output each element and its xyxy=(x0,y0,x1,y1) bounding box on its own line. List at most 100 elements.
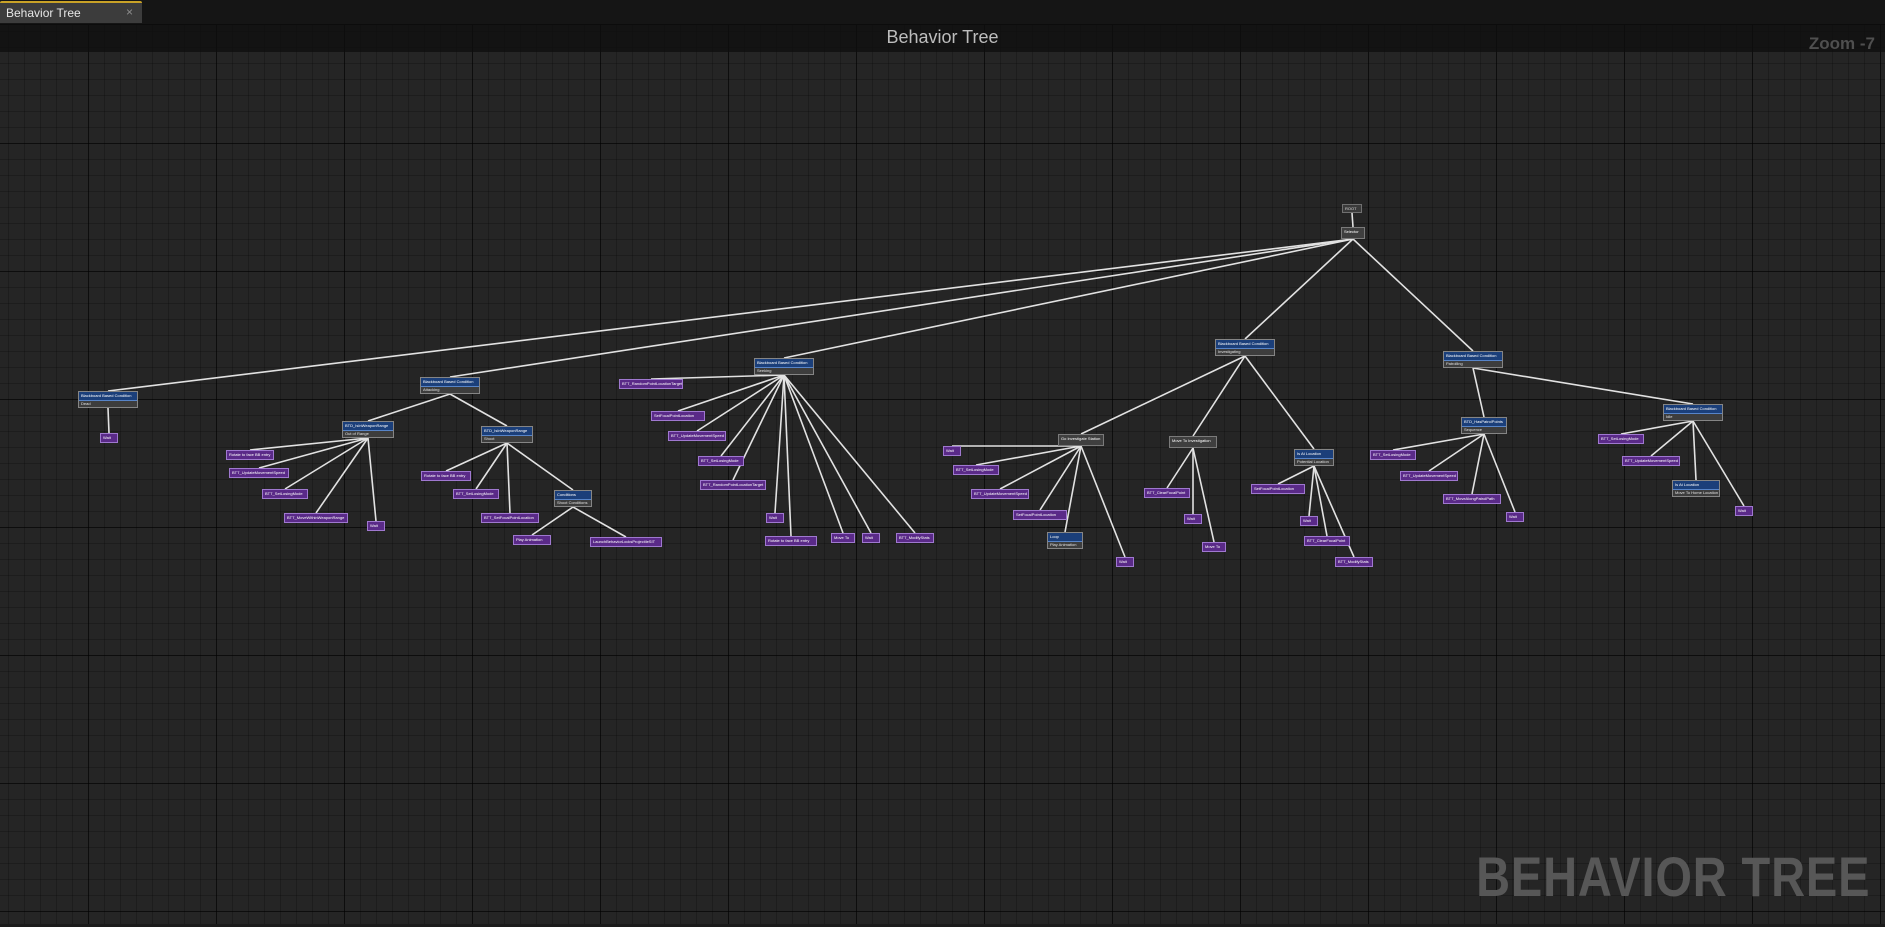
connection-seeking-sk-t6 xyxy=(774,374,785,514)
graph-canvas[interactable]: Behavior Tree Zoom -7 BEHAVIOR TREE ROOT… xyxy=(0,25,1885,924)
bt-node-move-invest[interactable]: Move To Investigation xyxy=(1169,436,1217,448)
node-label: Blackboard Based Condition xyxy=(423,379,474,384)
bt-node-shoot-cond[interactable]: Conditions Shoot Conditions xyxy=(554,490,592,507)
bt-node-or-t5[interactable]: Wait xyxy=(367,521,385,531)
bt-node-il-t2[interactable]: Wait xyxy=(1300,516,1318,526)
bt-node-or-t3[interactable]: BTT_SetLosingMode xyxy=(262,489,308,499)
node-label: Wait xyxy=(1509,514,1517,519)
node-label: Play Animation xyxy=(516,537,543,542)
node-label: BTT_UpdateMovementSpeed xyxy=(1625,458,1678,463)
node-label: Wait xyxy=(1738,508,1746,513)
node-label: Blackboard Based Condition xyxy=(1218,341,1269,346)
node-label: Selector xyxy=(1344,229,1359,234)
bt-node-sk-t5[interactable]: BTT_RandomPointLocationTarget xyxy=(700,480,766,490)
bt-node-ps-t1[interactable]: BTT_SetLosingMode xyxy=(1370,450,1416,460)
connection-go-investigate-gi-t6 xyxy=(1080,445,1126,558)
bt-node-sk-t1[interactable]: BTT_RandomPointLocationTarget xyxy=(619,379,683,389)
bt-node-seeking[interactable]: Blackboard Based Condition Seeking xyxy=(754,358,814,375)
node-sublabel: Seeking xyxy=(757,368,772,373)
tab-behavior-tree[interactable]: Behavior Tree × xyxy=(0,1,142,23)
bt-node-ps-t4[interactable]: Wait xyxy=(1506,512,1524,522)
node-label: BTT_SetLosingMode xyxy=(956,467,994,472)
bt-node-or-t2[interactable]: BTT_UpdateMovementSpeed xyxy=(229,468,289,478)
bt-node-sc-t1[interactable]: Play Animation xyxy=(513,535,551,545)
node-sublabel: Idle xyxy=(1666,414,1673,419)
node-label: BTT_SetLosingMode xyxy=(1373,452,1411,457)
bt-node-attacking[interactable]: Blackboard Based Condition Attacking xyxy=(420,377,480,394)
graph-title: Behavior Tree xyxy=(886,27,999,47)
graph-watermark: BEHAVIOR TREE xyxy=(1475,845,1870,908)
node-sublabel: Shoot xyxy=(484,436,495,441)
bt-node-gi-t3[interactable]: BTT_UpdateMovementSpeed xyxy=(971,489,1029,499)
bt-node-sk-t8[interactable]: Move To xyxy=(831,533,855,543)
bt-node-sk-t4[interactable]: BTT_SetLosingMode xyxy=(698,456,744,466)
node-label: Blackboard Based Condition xyxy=(1666,406,1717,411)
bt-node-dead[interactable]: Blackboard Based Condition Dead xyxy=(78,391,138,408)
bt-node-sc-t2[interactable]: LaunchBehaviorLocksProjectileSIT xyxy=(590,537,662,547)
node-sublabel: Potential Location xyxy=(1297,459,1329,464)
node-label: BTT_ModifyStats xyxy=(899,535,930,540)
bt-node-is-location[interactable]: Is At Location Potential Location xyxy=(1294,449,1334,466)
bt-node-gi-t4[interactable]: SetFocalPointLocation xyxy=(1013,510,1067,520)
bt-node-il-t1[interactable]: SetFocalPointLocation xyxy=(1251,484,1305,494)
bt-node-sh-t2[interactable]: BTT_SetLosingMode xyxy=(453,489,499,499)
connection-move-invest-mi-t3 xyxy=(1192,447,1215,543)
node-label: Rotate to face BB entry xyxy=(768,538,810,543)
bt-node-id-t2[interactable]: BTT_UpdateMovementSpeed xyxy=(1622,456,1680,466)
bt-node-sk-t2[interactable]: SetFocalPointLocation xyxy=(651,411,705,421)
bt-node-sk-t3[interactable]: BTT_UpdateMovementSpeed xyxy=(668,431,726,441)
node-label: Move To xyxy=(1205,544,1221,549)
node-label: BTD_IsInWeaponRange xyxy=(484,428,528,433)
node-label: Move To Investigation xyxy=(1172,438,1211,443)
bt-node-gi-t1[interactable]: Wait xyxy=(943,446,961,456)
bt-node-selector[interactable]: Selector xyxy=(1341,227,1365,239)
node-label: BTT_ClearFocalPoint xyxy=(1307,538,1346,543)
node-label: SetFocalPointLocation xyxy=(1254,486,1295,491)
bt-node-ps-t2[interactable]: BTT_UpdateMovementSpeed xyxy=(1400,471,1458,481)
bt-node-go-investigate[interactable]: Go Investigate Station xyxy=(1058,434,1104,446)
bt-node-mi-t1[interactable]: BTT_ClearFocalPoint xyxy=(1144,488,1190,498)
bt-node-or-t4[interactable]: BTT_MoveWithinWeaponRange xyxy=(284,513,348,523)
bt-node-id-t1[interactable]: BTT_SetLosingMode xyxy=(1598,434,1644,444)
bt-node-root[interactable]: ROOT xyxy=(1342,204,1362,213)
connection-seeking-sk-t9 xyxy=(783,374,872,534)
bt-node-sh-t3[interactable]: BTT_SetFocalPointLocation xyxy=(481,513,539,523)
bt-node-sk-t7[interactable]: Rotate to face BB entry xyxy=(765,536,817,546)
bt-node-or-t1[interactable]: Rotate to face BB entry xyxy=(226,450,274,460)
bt-node-id-home[interactable]: Is At Location Move To Home Location xyxy=(1672,480,1720,497)
bt-node-gi-t2[interactable]: BTT_SetLosingMode xyxy=(953,465,999,475)
bt-node-gi-loop[interactable]: Loop Play Animation xyxy=(1047,532,1083,549)
bt-node-sk-t9[interactable]: Wait xyxy=(862,533,880,543)
bt-node-mi-t3[interactable]: Move To xyxy=(1202,542,1226,552)
bt-node-idle[interactable]: Blackboard Based Condition Idle xyxy=(1663,404,1723,421)
node-label: Conditions xyxy=(557,492,576,497)
bt-node-patrolling[interactable]: Blackboard Based Condition Patrolling xyxy=(1443,351,1503,368)
bt-node-out-range[interactable]: BTD_IsInWeaponRange Out of Range xyxy=(342,421,394,438)
connection-attacking-out-range xyxy=(367,393,451,422)
bt-node-mi-t2[interactable]: Wait xyxy=(1184,514,1202,524)
connection-dead-dead-wait xyxy=(107,407,110,434)
connection-idle-id-t1 xyxy=(1620,420,1694,435)
bt-node-dead-wait[interactable]: Wait xyxy=(100,433,118,443)
node-label: BTT_UpdateMovementSpeed xyxy=(1403,473,1456,478)
connection-move-invest-mi-t1 xyxy=(1166,447,1194,489)
node-label: BTT_UpdateMovementSpeed xyxy=(671,433,724,438)
node-label: BTT_ClearFocalPoint xyxy=(1147,490,1186,495)
node-label: Wait xyxy=(370,523,378,528)
bt-node-id-t4[interactable]: Wait xyxy=(1735,506,1753,516)
bt-node-investigating[interactable]: Blackboard Based Condition Investigating xyxy=(1215,339,1275,356)
bt-node-sk-t6[interactable]: Wait xyxy=(766,513,784,523)
bt-node-sh-t1[interactable]: Rotate to face BB entry xyxy=(421,471,471,481)
close-icon[interactable]: × xyxy=(126,5,133,19)
node-label: BTT_RandomPointLocationTarget xyxy=(622,381,683,386)
bt-node-gi-t6[interactable]: Wait xyxy=(1116,557,1134,567)
bt-node-il-t4[interactable]: BTT_ModifyStats xyxy=(1335,557,1373,567)
bt-node-shoot[interactable]: BTD_IsInWeaponRange Shoot xyxy=(481,426,533,443)
node-label: BTT_SetLosingMode xyxy=(456,491,494,496)
bt-node-sk-t10[interactable]: BTT_ModifyStats xyxy=(896,533,934,543)
bt-node-patrol-seq[interactable]: BTD_HasPatrolPoints Sequence xyxy=(1461,417,1507,434)
connection-idle-id-t2 xyxy=(1650,420,1694,457)
bt-node-ps-t3[interactable]: BTT_MoveAlongPatrolPath xyxy=(1443,494,1501,504)
bt-node-il-t3[interactable]: BTT_ClearFocalPoint xyxy=(1304,536,1350,546)
connection-patrol-seq-ps-t3 xyxy=(1471,433,1485,495)
